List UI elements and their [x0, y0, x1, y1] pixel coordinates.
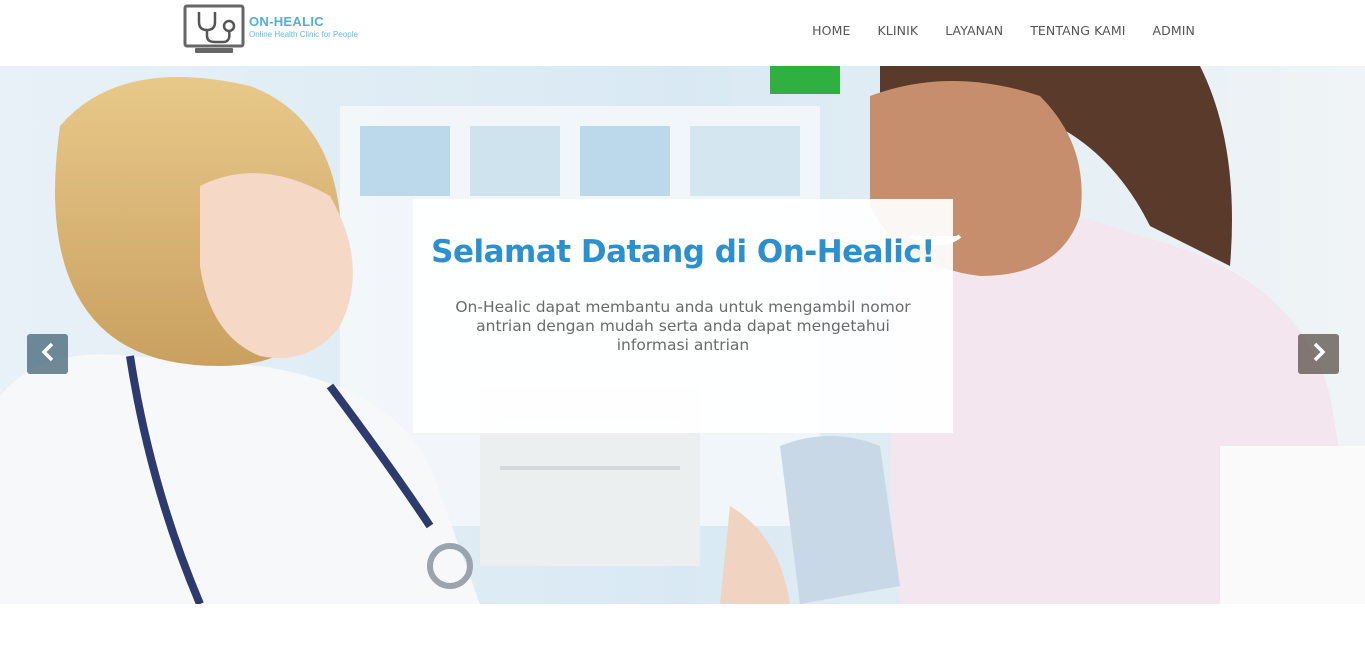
nav-home[interactable]: HOME [812, 23, 850, 38]
site-header: ON-HEALIC Online Health Clinic for Peopl… [0, 0, 1365, 66]
chevron-right-icon [1311, 342, 1327, 367]
hero-caption: Selamat Datang di On-Healic! On-Healic d… [413, 199, 953, 433]
nav-tentang-kami[interactable]: TENTANG KAMI [1030, 23, 1125, 38]
nav-layanan[interactable]: LAYANAN [945, 23, 1003, 38]
brand-tagline: Online Health Clinic for People [249, 30, 358, 39]
brand-logo[interactable]: ON-HEALIC Online Health Clinic for Peopl… [183, 4, 383, 56]
carousel-next-button[interactable] [1298, 334, 1339, 374]
hero-carousel: Selamat Datang di On-Healic! On-Healic d… [0, 66, 1365, 604]
main-nav: HOME KLINIK LAYANAN TENTANG KAMI ADMIN [785, 0, 1195, 60]
nav-admin[interactable]: ADMIN [1153, 23, 1196, 38]
carousel-prev-button[interactable] [27, 334, 68, 374]
chevron-left-icon [40, 342, 56, 367]
hero-description: On-Healic dapat membantu anda untuk meng… [455, 298, 911, 354]
stethoscope-monitor-icon [183, 4, 247, 56]
hero-title: Selamat Datang di On-Healic! [431, 234, 935, 270]
brand-name: ON-HEALIC [249, 14, 324, 29]
nav-klinik[interactable]: KLINIK [878, 23, 919, 38]
